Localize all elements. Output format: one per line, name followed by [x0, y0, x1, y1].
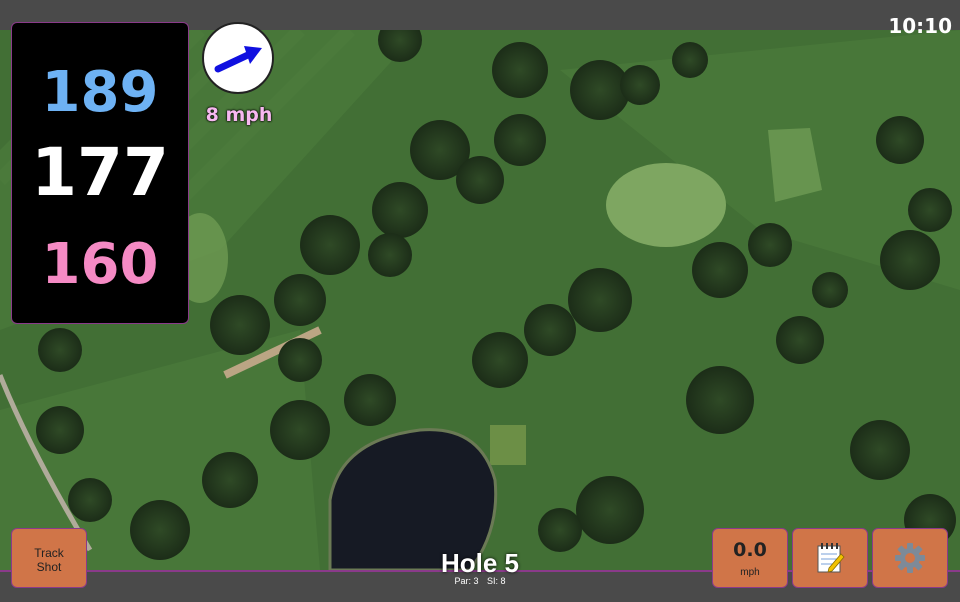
notes-button[interactable]	[792, 528, 868, 588]
gear-icon	[895, 543, 925, 573]
notepad-icon	[817, 543, 845, 573]
wind-direction-dial	[202, 22, 274, 94]
hole-stroke-index: SI: 8	[487, 576, 506, 586]
wind-adjust-unit: mph	[740, 567, 760, 578]
hole-title: Hole 5	[440, 548, 520, 578]
wind-adjust-button[interactable]: 0.0 mph	[712, 528, 788, 588]
track-shot-label-line2: Shot	[36, 560, 62, 574]
track-shot-label-line1: Track	[34, 546, 64, 560]
wind-adjust-value: 0.0	[733, 539, 767, 561]
front-yardage: 160	[41, 232, 159, 297]
middle-yardage: 177	[31, 134, 169, 211]
track-shot-button[interactable]: Track Shot	[11, 528, 87, 588]
settings-button[interactable]	[872, 528, 948, 588]
back-yardage: 189	[41, 60, 159, 125]
hole-par: Par: 3	[454, 576, 479, 586]
yardage-panel: 189 177 160	[11, 22, 189, 324]
hole-info: Par: 3 SI: 8	[380, 576, 580, 586]
wind-arrow-icon	[214, 46, 262, 73]
clock: 10:10	[888, 14, 952, 38]
wind-speed-label: 8 mph	[205, 104, 273, 126]
